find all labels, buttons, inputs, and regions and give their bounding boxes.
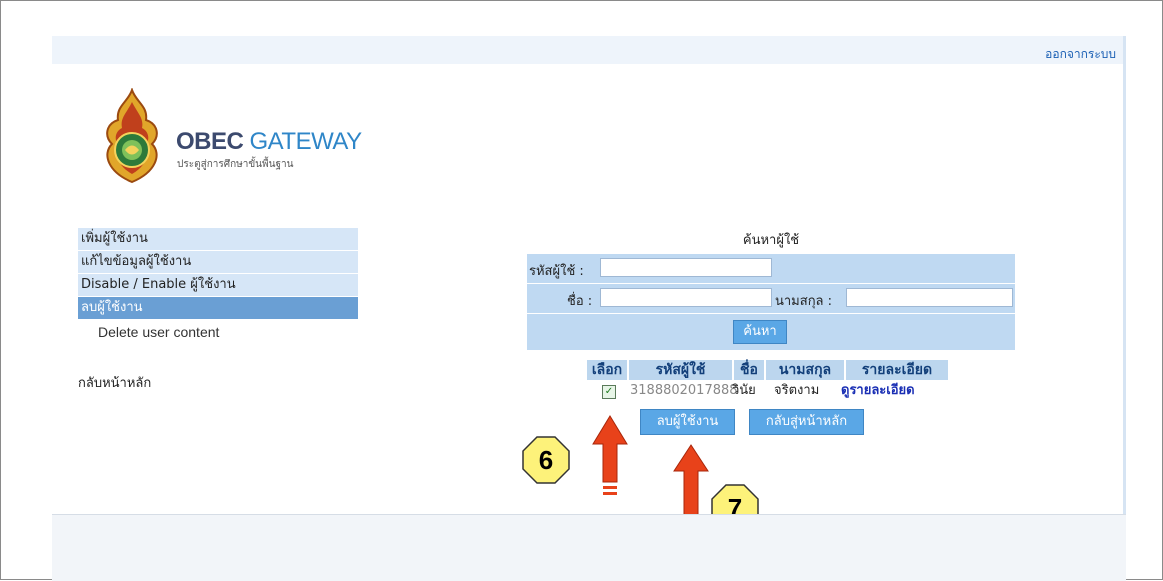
top-bar: ออกจากระบบ bbox=[52, 36, 1124, 64]
sidebar-item-delete-user[interactable]: ลบผู้ใช้งาน bbox=[78, 297, 358, 319]
sidebar-menu: เพิ่มผู้ใช้งาน แก้ไขข้อมูลผู้ใช้งาน Disa… bbox=[78, 228, 358, 344]
lastname-label: นามสกุล : bbox=[775, 294, 833, 309]
delete-user-button[interactable]: ลบผู้ใช้งาน bbox=[640, 409, 735, 435]
step-number: 6 bbox=[538, 445, 554, 475]
sidebar-item-edit-user[interactable]: แก้ไขข้อมูลผู้ใช้งาน bbox=[78, 251, 358, 273]
search-form: รหัสผู้ใช้ : ชื่อ : นามสกุล : ค้นหา bbox=[527, 254, 1015, 350]
sidebar-subitem-delete-content[interactable]: Delete user content bbox=[78, 320, 358, 344]
search-button[interactable]: ค้นหา bbox=[733, 320, 787, 344]
select-checkbox[interactable]: ✓ bbox=[602, 385, 616, 399]
userid-input[interactable] bbox=[600, 258, 772, 277]
firstname-input[interactable] bbox=[600, 288, 772, 307]
result-detail-link[interactable]: ดูรายละเอียด bbox=[841, 382, 915, 400]
back-to-home-button[interactable]: กลับสู่หน้าหลัก bbox=[749, 409, 864, 435]
col-header-userid: รหัสผู้ใช้ bbox=[629, 360, 732, 380]
sidebar-item-disable-enable[interactable]: Disable / Enable ผู้ใช้งาน bbox=[78, 274, 358, 296]
logout-link[interactable]: ออกจากระบบ bbox=[1045, 45, 1116, 64]
col-header-select: เลือก bbox=[587, 360, 627, 380]
col-header-lastname: นามสกุล bbox=[766, 360, 844, 380]
sidebar-item-add-user[interactable]: เพิ่มผู้ใช้งาน bbox=[78, 228, 358, 250]
result-firstname: วินัย bbox=[732, 383, 756, 398]
search-row-userid: รหัสผู้ใช้ : bbox=[527, 254, 1015, 284]
search-title: ค้นหาผู้ใช้ bbox=[742, 233, 800, 248]
obec-logo: OBEC GATEWAY ประตูสู่การศึกษาขั้นพื้นฐาน bbox=[98, 88, 388, 188]
step-badge-6: 6 bbox=[522, 436, 570, 484]
footer-bar bbox=[52, 514, 1126, 581]
sidebar-item-home[interactable]: กลับหน้าหลัก bbox=[78, 372, 151, 393]
lastname-input[interactable] bbox=[846, 288, 1013, 307]
search-row-name: ชื่อ : นามสกุล : bbox=[527, 284, 1015, 314]
result-userid: 3188802017888 bbox=[630, 383, 738, 398]
logo-title: OBEC GATEWAY bbox=[176, 128, 362, 155]
userid-label: รหัสผู้ใช้ : bbox=[529, 264, 584, 279]
col-header-detail: รายละเอียด bbox=[846, 360, 948, 380]
logo-subtitle: ประตูสู่การศึกษาขั้นพื้นฐาน bbox=[177, 159, 294, 170]
result-lastname: จริตงาม bbox=[774, 383, 820, 398]
right-border bbox=[1123, 36, 1126, 514]
col-header-firstname: ชื่อ bbox=[734, 360, 764, 380]
firstname-label: ชื่อ : bbox=[567, 294, 593, 309]
search-row-button: ค้นหา bbox=[527, 314, 1015, 350]
arrow-up-icon bbox=[592, 415, 628, 495]
obec-emblem-icon bbox=[106, 88, 158, 184]
